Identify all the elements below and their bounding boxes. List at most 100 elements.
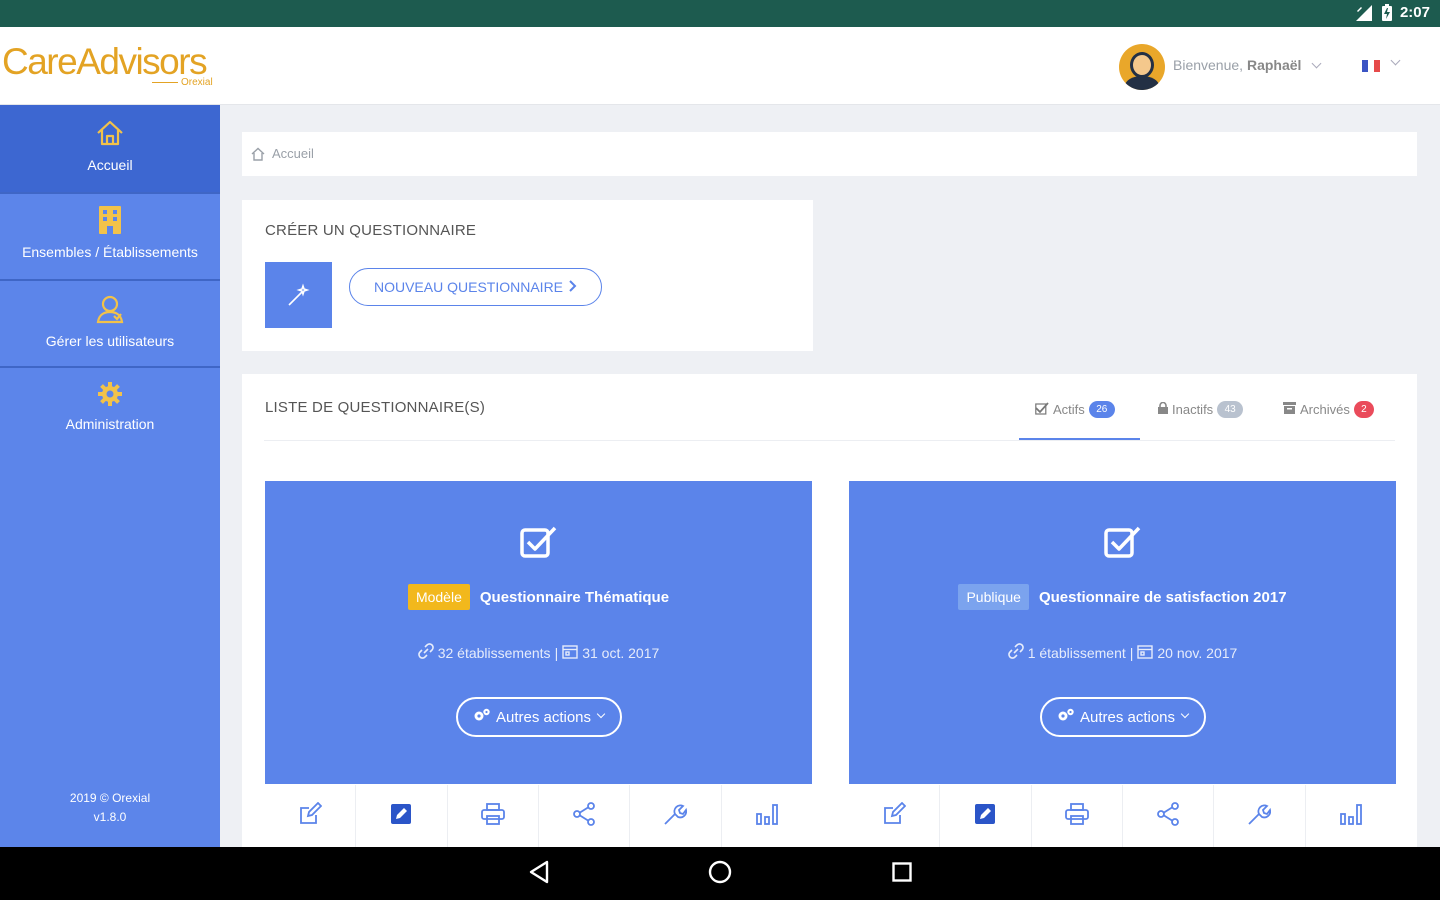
statistics-button[interactable] [722, 785, 812, 847]
edit-button[interactable] [849, 785, 941, 847]
questionnaire-card[interactable]: Modèle Questionnaire Thématique 32 établ… [265, 481, 812, 784]
questionnaire-title: Questionnaire de satisfaction 2017 [1038, 588, 1287, 606]
android-status-bar: 2:07 [0, 0, 1440, 27]
check-square-icon [1035, 401, 1049, 418]
panel-title: CRÉER UN QUESTIONNAIRE [265, 222, 477, 239]
breadcrumb-item-accueil[interactable]: Accueil [272, 146, 314, 161]
back-icon[interactable] [528, 860, 550, 889]
status-tabs: Actifs 26 Inactifs 43 Archivés 2 [1019, 396, 1399, 442]
chevron-down-icon [596, 709, 606, 719]
bar-chart-icon [1339, 802, 1363, 831]
lock-icon [1158, 401, 1168, 417]
type-badge: Publique [958, 584, 1029, 610]
language-flag-icon[interactable] [1362, 60, 1380, 72]
check-square-icon [519, 525, 558, 564]
home-icon[interactable] [251, 147, 265, 166]
quick-edit-button[interactable] [940, 785, 1032, 847]
building-icon [0, 205, 220, 238]
link-icon [417, 643, 434, 662]
tab-inactifs[interactable]: Inactifs 43 [1158, 401, 1244, 418]
type-badge: Modèle [407, 584, 470, 610]
tab-label: Inactifs [1172, 402, 1214, 417]
chevron-right-icon [569, 279, 577, 295]
bar-chart-icon [755, 802, 779, 831]
other-actions-label: Autres actions [495, 708, 592, 726]
other-actions-button[interactable]: Autres actions [455, 697, 622, 737]
archive-icon [1283, 402, 1296, 417]
copyright-text: 2019 © Orexial [69, 791, 151, 805]
panel-title: LISTE DE QUESTIONNAIRE(S) [265, 399, 486, 416]
users-icon [0, 294, 220, 327]
sidebar-item-label: Ensembles / Établissements [22, 244, 198, 260]
sidebar-item-label: Gérer les utilisateurs [45, 333, 175, 349]
new-questionnaire-label: NOUVEAU QUESTIONNAIRE [373, 279, 564, 295]
questionnaire-date: 31 oct. 2017 [582, 644, 660, 661]
quick-edit-button[interactable] [356, 785, 448, 847]
new-questionnaire-button[interactable]: NOUVEAU QUESTIONNAIRE [349, 268, 602, 306]
count-badge: 43 [1217, 401, 1244, 418]
create-questionnaire-panel: CRÉER UN QUESTIONNAIRE NOUVEAU QUESTIONN… [242, 200, 813, 351]
share-button[interactable] [1123, 785, 1215, 847]
share-button[interactable] [539, 785, 631, 847]
card-toolbar [849, 785, 1396, 847]
tab-label: Actifs [1053, 402, 1085, 417]
sidebar-item-etablissements[interactable]: Ensembles / Établissements [0, 194, 220, 281]
settings-button[interactable] [1214, 785, 1306, 847]
tab-actifs[interactable]: Actifs 26 [1035, 401, 1115, 418]
sidebar-item-label: Accueil [87, 157, 133, 173]
count-badge: 2 [1353, 401, 1374, 418]
count-badge: 26 [1088, 401, 1115, 418]
cogs-icon [1057, 708, 1075, 726]
home-nav-icon[interactable] [708, 860, 732, 889]
questionnaire-list-panel: LISTE DE QUESTIONNAIRE(S) Actifs 26 Inac… [242, 374, 1417, 847]
card-toolbar [265, 785, 812, 847]
welcome-text: Bienvenue, [1173, 57, 1244, 73]
edit-icon [298, 801, 323, 831]
other-actions-button[interactable]: Autres actions [1039, 697, 1206, 737]
share-icon [1156, 801, 1180, 831]
breadcrumb: Accueil [242, 132, 1417, 176]
edit-filled-icon [975, 803, 996, 829]
establishments-count: 1 établissement [1027, 644, 1126, 661]
print-icon [1064, 802, 1089, 830]
android-nav-bar [0, 847, 1440, 900]
tab-archives[interactable]: Archivés 2 [1283, 401, 1374, 418]
wrench-icon [1247, 802, 1272, 831]
check-square-icon [1103, 525, 1142, 564]
user-menu[interactable]: Bienvenue, Raphaël [1173, 57, 1322, 73]
questionnaire-date: 20 nov. 2017 [1157, 644, 1238, 661]
gear-icon [0, 381, 220, 410]
app-header: CareAdvisors Orexial Bienvenue, Raphaël [0, 27, 1440, 105]
establishments-count: 32 établissements [437, 644, 551, 661]
clock: 2:07 [1399, 4, 1430, 21]
edit-icon [882, 801, 907, 831]
tab-label: Archivés [1300, 402, 1350, 417]
settings-button[interactable] [630, 785, 722, 847]
chevron-down-icon[interactable] [1390, 55, 1401, 66]
wrench-icon [663, 802, 688, 831]
calendar-icon [1137, 644, 1154, 662]
print-icon [480, 802, 505, 830]
recents-icon[interactable] [892, 862, 912, 887]
questionnaire-card[interactable]: Publique Questionnaire de satisfaction 2… [849, 481, 1396, 784]
other-actions-label: Autres actions [1079, 708, 1176, 726]
questionnaire-title: Questionnaire Thématique [479, 588, 670, 606]
user-avatar[interactable] [1119, 44, 1165, 90]
version-text: v1.8.0 [93, 810, 127, 824]
print-button[interactable] [448, 785, 539, 847]
sidebar-footer: 2019 © Orexial v1.8.0 [0, 789, 220, 827]
sidebar-item-administration[interactable]: Administration [0, 368, 220, 455]
edit-button[interactable] [265, 785, 357, 847]
sidebar: Accueil Ensembles / Établissements Gérer… [0, 105, 220, 847]
sidebar-item-accueil[interactable]: Accueil [0, 105, 220, 194]
sidebar-item-users[interactable]: Gérer les utilisateurs [0, 281, 220, 368]
calendar-icon [562, 644, 578, 662]
cogs-icon [473, 708, 491, 726]
home-icon [0, 118, 220, 151]
chevron-down-icon [1311, 58, 1322, 69]
statistics-button[interactable] [1306, 785, 1396, 847]
print-button[interactable] [1032, 785, 1123, 847]
magic-wand-icon [265, 262, 332, 328]
battery-icon [1381, 4, 1392, 21]
logo-subtitle: Orexial [152, 77, 213, 88]
